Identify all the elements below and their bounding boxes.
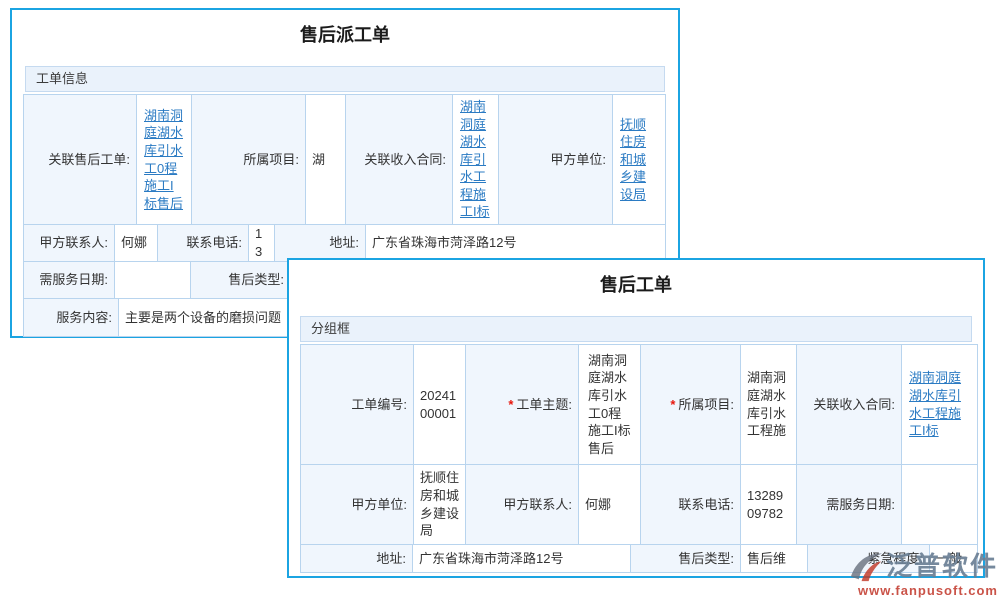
related-aftersales-order-cell: 湖南洞庭湖水库引水工0程施工I标售后 xyxy=(137,95,192,225)
field-value-address: 广东省珠海市菏泽路12号 xyxy=(413,545,631,573)
income-contract-cell: 湖南洞庭湖水库引水工程施工I标 xyxy=(453,95,499,225)
field-label-income-contract: 关联收入合同: xyxy=(346,95,453,225)
field-label-related-aftersales-order: 关联售后工单: xyxy=(24,95,137,225)
dispatch-order-section-header: 工单信息 xyxy=(25,66,665,92)
field-label-address: 地址: xyxy=(301,545,413,573)
field-value-project: 湖 xyxy=(306,95,346,225)
field-label-text: 所属项目: xyxy=(678,396,734,414)
work-order-section-header: 分组框 xyxy=(300,316,972,342)
field-label-order-number: 工单编号: xyxy=(301,345,414,465)
brand-name: 泛普软件 xyxy=(886,552,998,580)
work-order-form: 工单编号: 2024100001 * 工单主题: 湖南洞庭湖水库引水工0程施工I… xyxy=(300,344,978,573)
table-row: 工单编号: 2024100001 * 工单主题: 湖南洞庭湖水库引水工0程施工I… xyxy=(301,345,978,465)
field-label-text: 工单主题: xyxy=(516,396,572,414)
table-row: 甲方联系人: 何娜 联系电话: 13 地址: 广东省珠海市菏泽路12号 xyxy=(24,225,666,262)
field-label-phone: 联系电话: xyxy=(158,225,249,262)
income-contract-link[interactable]: 湖南洞庭湖水库引水工程施工I标 xyxy=(460,98,491,221)
field-label-address: 地址: xyxy=(275,225,366,262)
field-label-service-date: 需服务日期: xyxy=(797,465,902,545)
income-contract-link[interactable]: 湖南洞庭湖水库引水工程施工I标 xyxy=(909,369,970,439)
field-value-order-subject: 湖南洞庭湖水库引水工0程施工I标售后 xyxy=(579,345,641,465)
field-label-client-contact: 甲方联系人: xyxy=(24,225,115,262)
field-value-client-contact: 何娜 xyxy=(115,225,158,262)
field-value-client-contact: 何娜 xyxy=(579,465,641,545)
vendor-watermark: 泛普软件 www.fanpusoft.com xyxy=(848,550,998,598)
income-contract-cell: 湖南洞庭湖水库引水工程施工I标 xyxy=(902,345,978,465)
field-label-service-date: 需服务日期: xyxy=(24,262,115,299)
field-label-client-contact: 甲方联系人: xyxy=(466,465,579,545)
table-row: 关联售后工单: 湖南洞庭湖水库引水工0程施工I标售后 所属项目: 湖 关联收入合… xyxy=(24,95,666,225)
field-value-client-unit: 抚顺住房和城乡建设局 xyxy=(414,465,466,545)
field-value-order-number: 2024100001 xyxy=(414,345,466,465)
fanpu-logo-icon xyxy=(848,550,884,582)
field-value-phone: 1328909782 xyxy=(741,465,797,545)
table-row: 甲方单位: 抚顺住房和城乡建设局 甲方联系人: 何娜 联系电话: 1328909… xyxy=(301,465,978,545)
field-label-phone: 联系电话: xyxy=(641,465,741,545)
field-value-address: 广东省珠海市菏泽路12号 xyxy=(366,225,666,262)
field-label-service-content: 服务内容: xyxy=(24,299,119,337)
field-value-service-date xyxy=(902,465,978,545)
dispatch-order-title: 售后派工单 xyxy=(12,10,678,48)
field-label-aftersales-type: 售后类型: xyxy=(191,262,291,299)
brand-website: www.fanpusoft.com xyxy=(848,583,998,598)
field-label-order-subject: * 工单主题: xyxy=(466,345,579,465)
client-unit-link[interactable]: 抚顺住房和城乡建设局 xyxy=(620,116,658,204)
field-value-project: 湖南洞庭湖水库引水工程施 xyxy=(741,345,797,465)
required-marker: * xyxy=(670,396,675,414)
field-label-project: * 所属项目: xyxy=(641,345,741,465)
field-label-aftersales-type: 售后类型: xyxy=(631,545,741,573)
work-order-title: 售后工单 xyxy=(289,260,983,298)
field-label-client-unit: 甲方单位: xyxy=(301,465,414,545)
page: 售后派工单 工单信息 关联售后工单: 湖南洞庭湖水库引水工0程施工I标售后 所属… xyxy=(0,0,1000,600)
work-order-window: 售后工单 分组框 工单编号: 2024100001 * 工单主题: 湖南洞庭湖水… xyxy=(287,258,985,578)
client-unit-cell: 抚顺住房和城乡建设局 xyxy=(613,95,666,225)
field-value-phone: 13 xyxy=(249,225,275,262)
required-marker: * xyxy=(508,396,513,414)
field-label-income-contract: 关联收入合同: xyxy=(797,345,902,465)
field-value-service-date xyxy=(115,262,191,299)
field-value-aftersales-type: 售后维 xyxy=(741,545,808,573)
field-label-client-unit: 甲方单位: xyxy=(499,95,613,225)
field-label-project: 所属项目: xyxy=(192,95,306,225)
related-aftersales-order-link[interactable]: 湖南洞庭湖水库引水工0程施工I标售后 xyxy=(144,107,184,212)
